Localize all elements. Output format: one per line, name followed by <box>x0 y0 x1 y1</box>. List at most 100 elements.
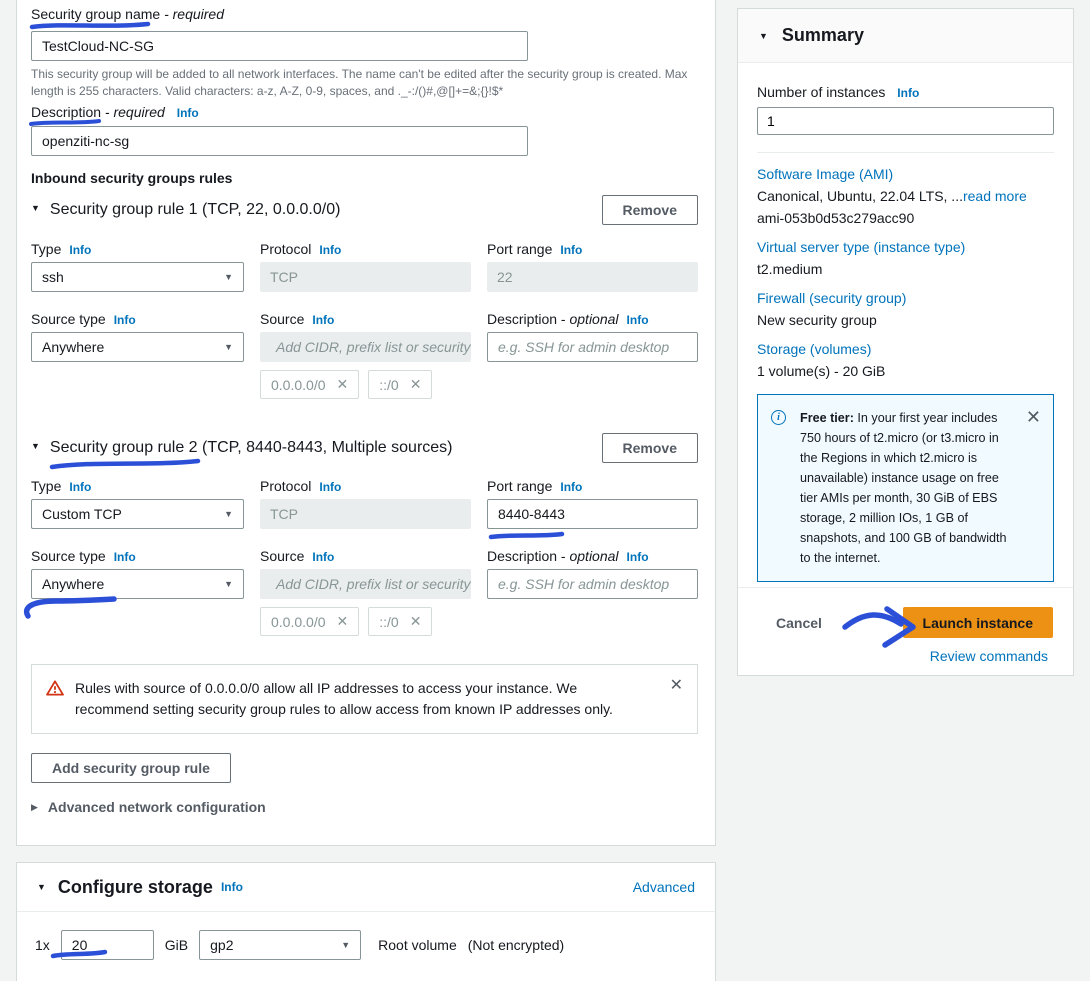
instance-type-link[interactable]: Virtual server type (instance type) <box>757 239 965 255</box>
rule2-type-select[interactable]: Custom TCP ▼ <box>31 499 244 529</box>
info-link[interactable]: Info <box>897 86 919 100</box>
info-link[interactable]: Info <box>560 243 582 257</box>
launch-instance-button[interactable]: Launch instance <box>903 607 1053 638</box>
review-commands-link[interactable]: Review commands <box>930 648 1048 664</box>
type-label: Type <box>31 241 61 257</box>
rule2-remove-button[interactable]: Remove <box>602 433 698 463</box>
info-circle-icon: i <box>771 410 786 425</box>
chip-label: 0.0.0.0/0 <box>271 377 326 393</box>
summary-panel: ▼ Summary Number of instances Info Softw… <box>737 8 1074 676</box>
rule2-protocol-field: ProtocolInfo TCP <box>260 478 471 529</box>
close-icon[interactable]: ✕ <box>670 678 683 694</box>
info-link[interactable]: Info <box>114 313 136 327</box>
rule2-source-field: SourceInfo Add CIDR, prefix list or secu… <box>260 548 471 636</box>
storage-advanced-link[interactable]: Advanced <box>633 879 695 895</box>
rule1-source-input[interactable]: Add CIDR, prefix list or security <box>260 332 471 362</box>
info-link[interactable]: Info <box>319 480 341 494</box>
info-link[interactable]: Info <box>114 550 136 564</box>
source-placeholder: Add CIDR, prefix list or security <box>276 576 471 592</box>
rule1-remove-button[interactable]: Remove <box>602 195 698 225</box>
remove-chip-icon[interactable]: ✕ <box>337 376 349 393</box>
rule1-description-input[interactable] <box>487 332 698 362</box>
summary-item-instance-type: Virtual server type (instance type) t2.m… <box>757 239 1054 277</box>
chevron-down-icon: ▼ <box>224 342 233 352</box>
optional-suffix: optional <box>569 548 618 564</box>
rule1-source-type-select[interactable]: Anywhere ▼ <box>31 332 244 362</box>
info-link[interactable]: Info <box>312 313 334 327</box>
rule1-port-field: Port rangeInfo 22 <box>487 241 698 292</box>
info-link[interactable]: Info <box>69 243 91 257</box>
rule2-port-input[interactable] <box>487 499 698 529</box>
info-link[interactable]: Info <box>177 106 199 120</box>
storage-title: Configure storage <box>58 877 213 898</box>
add-rule-button[interactable]: Add security group rule <box>31 753 231 783</box>
warning-text: Rules with source of 0.0.0.0/0 allow all… <box>75 678 659 720</box>
ami-description-text: Canonical, Ubuntu, 22.04 LTS, ... <box>757 188 963 204</box>
sg-name-input[interactable] <box>31 31 528 61</box>
volume-type-select[interactable]: gp2 ▼ <box>199 930 361 960</box>
instances-label-row: Number of instances Info <box>757 84 1054 100</box>
type-label: Type <box>31 478 61 494</box>
optional-suffix: optional <box>569 311 618 327</box>
remove-chip-icon[interactable]: ✕ <box>410 613 422 630</box>
info-link[interactable]: Info <box>221 880 243 894</box>
firewall-link[interactable]: Firewall (security group) <box>757 290 906 306</box>
volume-type-value: gp2 <box>210 937 233 953</box>
ami-id: ami-053b0d53c279acc90 <box>757 210 1054 226</box>
rule2-source-input[interactable]: Add CIDR, prefix list or security <box>260 569 471 599</box>
triangle-down-icon[interactable]: ▼ <box>31 441 40 451</box>
triangle-down-icon[interactable]: ▼ <box>759 31 768 41</box>
read-more-link[interactable]: read more <box>963 188 1027 204</box>
ami-link[interactable]: Software Image (AMI) <box>757 166 893 182</box>
rule2-description-field: Description - optionalInfo <box>487 548 698 636</box>
info-link[interactable]: Info <box>69 480 91 494</box>
source-type-select-value: Anywhere <box>42 339 104 355</box>
source-chip: 0.0.0.0/0 ✕ <box>260 370 359 399</box>
free-tier-body: In your first year includes 750 hours of… <box>800 411 1007 565</box>
remove-chip-icon[interactable]: ✕ <box>337 613 349 630</box>
source-label: Source <box>260 311 304 327</box>
rule1-source-chips: 0.0.0.0/0 ✕ ::/0 ✕ <box>260 370 471 399</box>
divider <box>757 152 1054 153</box>
chip-label: ::/0 <box>379 614 398 630</box>
advanced-network-toggle[interactable]: ▶ Advanced network configuration <box>31 799 266 815</box>
free-tier-title: Free tier: <box>800 411 854 425</box>
storage-volume-row: 1x GiB gp2 ▼ Root volume (Not encrypted) <box>35 930 564 960</box>
rule1-type-select[interactable]: ssh ▼ <box>31 262 244 292</box>
instances-input[interactable] <box>757 107 1054 135</box>
rule2-source-type-field: Source type Info Anywhere ▼ <box>31 548 244 636</box>
triangle-down-icon[interactable]: ▼ <box>31 203 40 213</box>
close-icon[interactable]: ✕ <box>1026 408 1041 426</box>
volumes-value: 1 volume(s) - 20 GiB <box>757 363 1054 379</box>
rule2-source-type-select[interactable]: Anywhere ▼ <box>31 569 244 599</box>
port-range-label: Port range <box>487 241 552 257</box>
triangle-down-icon[interactable]: ▼ <box>37 882 46 892</box>
rule1-type-field: Type Info ssh ▼ <box>31 241 244 292</box>
sg-name-help: This security group will be added to all… <box>31 66 695 100</box>
info-link[interactable]: Info <box>312 550 334 564</box>
description-input[interactable] <box>31 126 528 156</box>
info-link[interactable]: Info <box>627 313 649 327</box>
info-link[interactable]: Info <box>627 550 649 564</box>
remove-chip-icon[interactable]: ✕ <box>410 376 422 393</box>
source-placeholder: Add CIDR, prefix list or security <box>276 339 471 355</box>
volumes-link[interactable]: Storage (volumes) <box>757 341 871 357</box>
warning-icon <box>46 680 64 696</box>
protocol-label: Protocol <box>260 478 311 494</box>
info-link[interactable]: Info <box>560 480 582 494</box>
chevron-down-icon: ▼ <box>224 579 233 589</box>
firewall-value: New security group <box>757 312 1054 328</box>
info-link[interactable]: Info <box>319 243 341 257</box>
summary-header: ▼ Summary <box>738 9 1073 63</box>
port-range-label: Port range <box>487 478 552 494</box>
description-label: Description - required Info <box>31 104 199 120</box>
source-type-label: Source type <box>31 548 106 564</box>
rule1-description-field: Description - optionalInfo <box>487 311 698 399</box>
rule1-protocol-value: TCP <box>260 262 471 292</box>
rule2-source-chips: 0.0.0.0/0 ✕ ::/0 ✕ <box>260 607 471 636</box>
rule2-description-input[interactable] <box>487 569 698 599</box>
cancel-button[interactable]: Cancel <box>776 615 822 631</box>
volume-size-input[interactable] <box>61 930 154 960</box>
chevron-down-icon: ▼ <box>224 272 233 282</box>
free-tier-callout: i Free tier: In your first year includes… <box>757 394 1054 582</box>
